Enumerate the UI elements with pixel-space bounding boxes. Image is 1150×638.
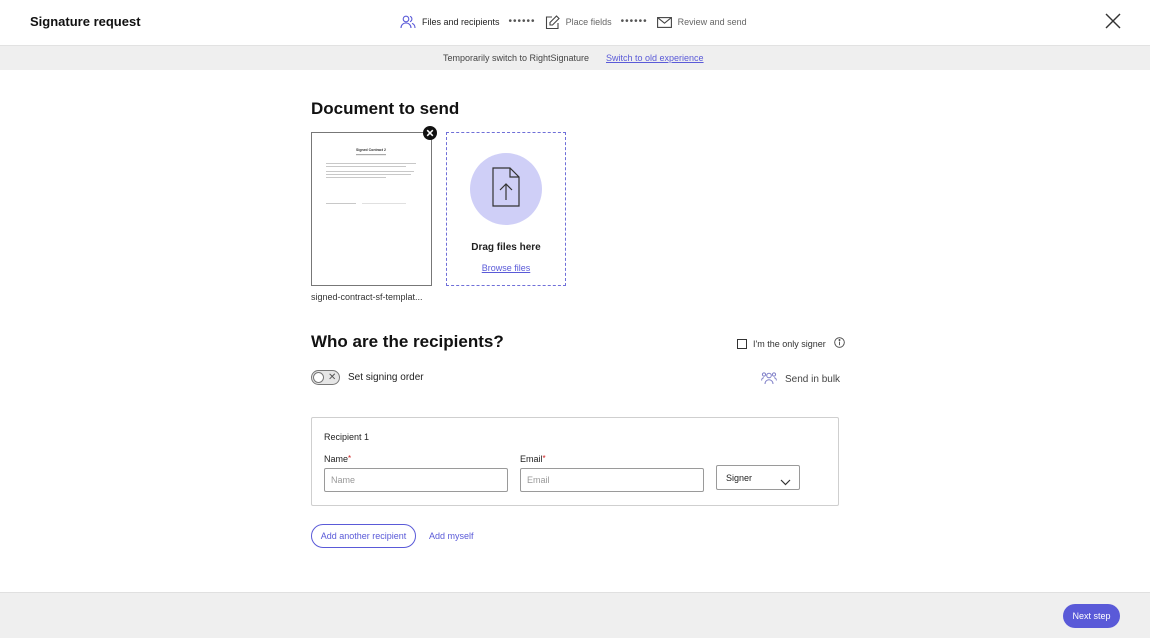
page-title: Signature request	[30, 14, 141, 29]
recipient-name-input[interactable]	[324, 468, 508, 492]
remove-document-button[interactable]	[423, 126, 437, 140]
required-marker: *	[348, 454, 352, 463]
document-preview: Signed Contract 2	[326, 148, 416, 204]
step-review-and-send[interactable]: Review and send	[656, 16, 747, 28]
file-upload-icon	[492, 167, 520, 207]
toggle-off-icon: ✕	[328, 372, 337, 383]
chevron-down-icon	[780, 473, 791, 491]
signing-order-setting: ✕ Set signing order	[311, 370, 424, 385]
recipient-heading: Recipient 1	[324, 432, 370, 442]
recipient-card: Recipient 1 Name* Email* Signer	[311, 417, 839, 506]
toggle-knob	[313, 372, 324, 383]
signing-order-toggle[interactable]: ✕	[311, 370, 340, 385]
close-icon	[1105, 13, 1121, 29]
step-separator: ••••••	[508, 16, 536, 27]
stepper: Files and recipients •••••• Place fields…	[400, 12, 747, 32]
only-signer-label: I'm the only signer	[753, 338, 826, 349]
step-separator: ••••••	[620, 16, 648, 27]
only-signer-option: I'm the only signer	[737, 337, 845, 350]
header: Signature request Files and recipients •…	[0, 0, 1150, 46]
close-icon	[426, 129, 434, 137]
edit-icon	[545, 14, 560, 30]
add-myself-link[interactable]: Add myself	[429, 531, 474, 541]
email-field-label: Email*	[520, 454, 546, 464]
document-thumbnail[interactable]: Signed Contract 2	[311, 132, 432, 286]
recipients-section-title: Who are the recipients?	[311, 332, 504, 351]
close-button[interactable]	[1104, 12, 1122, 30]
document-section-title: Document to send	[311, 99, 460, 118]
email-label-text: Email	[520, 454, 543, 464]
add-another-recipient-button[interactable]: Add another recipient	[311, 524, 416, 548]
name-field-label: Name*	[324, 454, 351, 464]
signing-order-label: Set signing order	[348, 372, 424, 383]
send-in-bulk-button[interactable]: Send in bulk	[761, 370, 840, 389]
footer: Next step	[0, 592, 1150, 638]
step-label: Place fields	[565, 17, 612, 27]
users-icon	[400, 15, 416, 29]
switch-experience-link[interactable]: Switch to old experience	[606, 53, 704, 63]
recipient-email-input[interactable]	[520, 468, 704, 492]
info-icon[interactable]	[834, 337, 845, 350]
name-label-text: Name	[324, 454, 349, 464]
step-place-fields[interactable]: Place fields	[545, 14, 612, 30]
browse-files-link[interactable]: Browse files	[447, 263, 565, 273]
step-label: Files and recipients	[422, 17, 500, 27]
envelope-icon	[656, 16, 672, 28]
step-label: Review and send	[677, 17, 747, 27]
file-drop-zone[interactable]: Drag files here Browse files	[446, 132, 566, 286]
document-file-name: signed-contract-sf-templat...	[311, 292, 423, 302]
next-step-button[interactable]: Next step	[1063, 604, 1120, 628]
only-signer-checkbox[interactable]	[737, 338, 747, 349]
step-files-and-recipients[interactable]: Files and recipients	[400, 15, 500, 29]
upload-illustration	[470, 153, 542, 225]
document-preview-title: Signed Contract 2	[356, 148, 386, 152]
banner-text: Temporarily switch to RightSignature	[443, 53, 590, 63]
send-in-bulk-label: Send in bulk	[785, 374, 841, 385]
required-marker: *	[542, 454, 546, 463]
role-value: Signer	[726, 473, 753, 483]
drag-files-text: Drag files here	[471, 242, 541, 253]
group-users-icon	[761, 370, 777, 389]
recipient-role-select[interactable]: Signer	[716, 465, 800, 490]
experience-banner: Temporarily switch to RightSignature Swi…	[0, 46, 1150, 70]
